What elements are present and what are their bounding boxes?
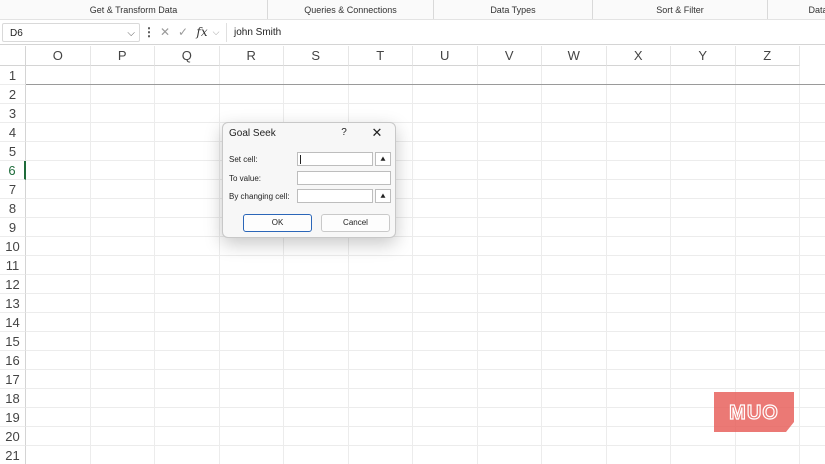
- row-header-21[interactable]: 21: [0, 446, 26, 464]
- row-header-18[interactable]: 18: [0, 389, 26, 408]
- set-cell-input[interactable]: [297, 152, 373, 166]
- row-header-1[interactable]: 1: [0, 66, 26, 85]
- row-gridline: [26, 312, 825, 313]
- column-header-u[interactable]: U: [413, 46, 478, 66]
- name-box-value: D6: [10, 28, 23, 39]
- column-gridline: [670, 66, 671, 464]
- column-gridline: [476, 66, 478, 464]
- row-header-7[interactable]: 7: [0, 180, 26, 199]
- worksheet-grid[interactable]: O P Q R S T U V W X Y Z 1 2 3 4 5 6 7 8 9 10 11 12 13 14 15 16 17 18 1…: [0, 46, 825, 464]
- check-icon[interactable]: ✓: [176, 23, 190, 42]
- row-gridline: [26, 293, 825, 294]
- row-header-5[interactable]: 5: [0, 142, 26, 161]
- column-gridline: [799, 66, 800, 464]
- column-header-t[interactable]: T: [348, 46, 413, 66]
- column-header-v[interactable]: V: [477, 46, 542, 66]
- row-header-15[interactable]: 15: [0, 332, 26, 351]
- formula-input[interactable]: john Smith: [226, 23, 825, 42]
- column-gridline: [218, 66, 220, 464]
- column-gridline: [89, 66, 91, 464]
- row-gridline: [26, 141, 825, 142]
- select-all-corner[interactable]: [0, 46, 26, 66]
- column-header-p[interactable]: P: [90, 46, 155, 66]
- column-header-z[interactable]: Z: [735, 46, 800, 66]
- column-header-x[interactable]: X: [606, 46, 671, 66]
- name-box[interactable]: D6 ⌵: [2, 23, 140, 42]
- changing-cell-label: By changing cell:: [229, 192, 290, 201]
- column-header-w[interactable]: W: [542, 46, 607, 66]
- row-gridline: [26, 350, 825, 351]
- column-gridline: [412, 66, 413, 464]
- row-gridline: [26, 331, 825, 332]
- to-value-input[interactable]: [297, 171, 391, 185]
- ribbon-group-queries[interactable]: Queries & Connections: [268, 0, 434, 19]
- column-header-y[interactable]: Y: [671, 46, 736, 66]
- row-header-12[interactable]: 12: [0, 275, 26, 294]
- row-gridline: [26, 103, 825, 104]
- ribbon-group-bar: Get & Transform Data Queries & Connectio…: [0, 0, 825, 20]
- goal-seek-dialog: Goal Seek ? ✕ Set cell: ⯅ To value: By c…: [222, 122, 396, 238]
- collapse-dialog-icon[interactable]: ⯅: [375, 189, 391, 203]
- row-gridline: [26, 84, 825, 85]
- row-header-17[interactable]: 17: [0, 370, 26, 389]
- row-header-20[interactable]: 20: [0, 427, 26, 446]
- formula-bar: D6 ⌵ ⋮ ✕ ✓ fx ⌵ john Smith: [0, 20, 825, 45]
- row-header-14[interactable]: 14: [0, 313, 26, 332]
- row-gridline: [26, 369, 825, 370]
- column-header-q[interactable]: Q: [155, 46, 220, 66]
- chevron-down-icon[interactable]: ⌵: [127, 24, 135, 43]
- row-gridline: [26, 255, 825, 256]
- set-cell-label: Set cell:: [229, 155, 258, 164]
- column-gridline: [605, 66, 607, 464]
- row-gridline: [26, 388, 825, 389]
- ribbon-group-get-transform[interactable]: Get & Transform Data: [0, 0, 268, 19]
- help-icon[interactable]: ?: [338, 126, 350, 140]
- collapse-dialog-icon[interactable]: ⯅: [375, 152, 391, 166]
- row-header-3[interactable]: 3: [0, 104, 26, 123]
- formula-buttons: ✕ ✓ fx ⌵: [156, 23, 224, 42]
- row-header-4[interactable]: 4: [0, 123, 26, 142]
- ok-button[interactable]: OK: [243, 214, 312, 232]
- row-gridline: [26, 426, 825, 427]
- column-header-r[interactable]: R: [219, 46, 284, 66]
- row-gridline: [26, 198, 825, 199]
- row-gridline: [26, 445, 825, 446]
- dialog-title: Goal Seek: [229, 128, 276, 139]
- insert-function-button[interactable]: fx: [194, 23, 210, 42]
- row-header-11[interactable]: 11: [0, 256, 26, 275]
- row-gridline: [26, 122, 825, 123]
- formula-value: john Smith: [234, 27, 282, 38]
- row-header-2[interactable]: 2: [0, 85, 26, 104]
- ribbon-group-sort-filter[interactable]: Sort & Filter: [593, 0, 768, 19]
- row-header-10[interactable]: 10: [0, 237, 26, 256]
- row-header-9[interactable]: 9: [0, 218, 26, 237]
- row-gridline: [26, 217, 825, 218]
- row-gridline: [26, 274, 825, 275]
- row-header-6[interactable]: 6: [0, 161, 26, 180]
- column-header-o[interactable]: O: [26, 46, 91, 66]
- row-gridline: [26, 179, 825, 180]
- svg-text:MUO: MUO: [729, 402, 779, 424]
- column-gridline: [541, 66, 542, 464]
- close-icon[interactable]: ✕: [158, 23, 172, 42]
- row-header-8[interactable]: 8: [0, 199, 26, 218]
- column-header-s[interactable]: S: [284, 46, 349, 66]
- to-value-label: To value:: [229, 174, 262, 183]
- cancel-button[interactable]: Cancel: [321, 214, 390, 232]
- chevron-down-icon[interactable]: ⌵: [210, 23, 222, 42]
- more-options-icon[interactable]: ⋮: [143, 23, 155, 42]
- close-icon[interactable]: ✕: [369, 125, 385, 141]
- row-header-19[interactable]: 19: [0, 408, 26, 427]
- muo-logo: MUO: [714, 392, 794, 432]
- row-header-13[interactable]: 13: [0, 294, 26, 313]
- ribbon-group-data-tools[interactable]: Data: [768, 0, 825, 19]
- text-cursor: [300, 155, 301, 164]
- changing-cell-input[interactable]: [297, 189, 373, 203]
- row-gridline: [26, 160, 825, 161]
- column-gridline: [154, 66, 155, 464]
- row-header-16[interactable]: 16: [0, 351, 26, 370]
- ribbon-group-data-types[interactable]: Data Types: [434, 0, 593, 19]
- row-gridline: [26, 236, 825, 237]
- row-gridline: [26, 407, 825, 408]
